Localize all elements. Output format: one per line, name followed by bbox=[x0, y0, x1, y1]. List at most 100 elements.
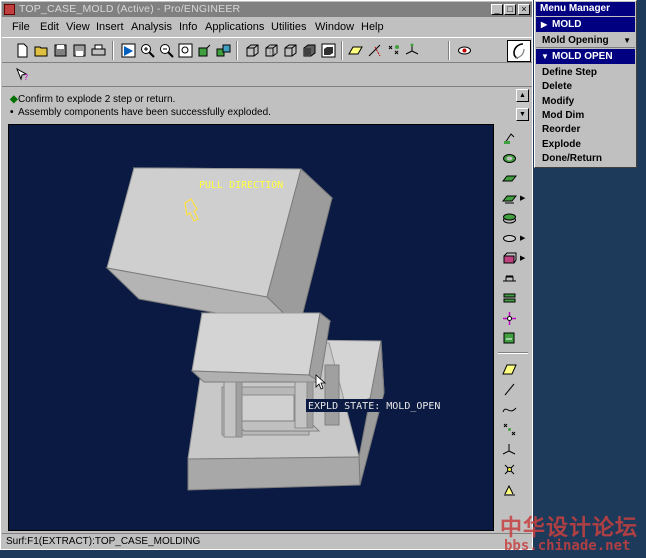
menu-manager-title: Menu Manager bbox=[536, 2, 635, 16]
menu-applications[interactable]: Applications bbox=[205, 21, 264, 33]
menu-view[interactable]: View bbox=[66, 21, 90, 33]
shading-icon[interactable] bbox=[301, 42, 318, 59]
menu-insert[interactable]: Insert bbox=[96, 21, 124, 33]
status-bar: Surf:F1(EXTRACT):TOP_CASE_MOLDING bbox=[2, 533, 532, 549]
app-icon bbox=[4, 4, 15, 15]
wireframe-icon[interactable] bbox=[244, 42, 261, 59]
site-watermark: 中华设计论坛 bbs.chinade.net bbox=[500, 508, 646, 558]
shrinkage-icon[interactable] bbox=[499, 269, 519, 287]
sketch-tool-icon[interactable] bbox=[499, 229, 519, 247]
secondary-toolbar: ? bbox=[2, 63, 532, 87]
hidden-line-icon[interactable] bbox=[263, 42, 280, 59]
status-text: Surf:F1(EXTRACT):TOP_CASE_MOLDING bbox=[6, 536, 201, 547]
proe-logo-icon bbox=[507, 40, 531, 62]
datum-curve-tool-icon[interactable] bbox=[499, 400, 519, 418]
mold-opening-dropdown[interactable]: Mold Opening ▼ bbox=[536, 33, 635, 48]
extrude-tool-icon[interactable] bbox=[499, 249, 519, 267]
close-button[interactable]: × bbox=[518, 4, 530, 15]
spin-center-icon[interactable] bbox=[456, 42, 473, 59]
pull-direction-tool-icon[interactable] bbox=[499, 129, 519, 147]
open-folder-icon[interactable] bbox=[33, 42, 50, 59]
message-text-1: Confirm to explode 2 step or return. bbox=[18, 94, 176, 105]
split-tool-icon[interactable] bbox=[499, 189, 519, 207]
parting-surface-icon[interactable] bbox=[499, 169, 519, 187]
mold-model-drawing: PULL DIRECTION EXPLD STATE: MOLD_OPEN bbox=[105, 167, 450, 491]
csys-tool-icon[interactable] bbox=[499, 440, 519, 458]
svg-text:?: ? bbox=[24, 73, 28, 82]
menu-item-modify[interactable]: Modify bbox=[542, 96, 574, 107]
message-line-2: • Assembly components have been successfu… bbox=[10, 107, 271, 118]
analysis-feature-icon[interactable] bbox=[499, 460, 519, 478]
expand-arrow-icon: ▶ bbox=[541, 20, 548, 29]
menu-file[interactable]: File bbox=[12, 21, 30, 33]
menu-item-explode[interactable]: Explode bbox=[542, 139, 581, 150]
whats-this-icon[interactable]: ? bbox=[14, 66, 31, 83]
right-feature-toolbar: ▶ ▶ ▶ bbox=[496, 124, 532, 531]
prompt-icon: ◆ bbox=[10, 94, 18, 105]
maximize-button[interactable]: □ bbox=[504, 4, 516, 15]
mold-volume-icon[interactable] bbox=[499, 149, 519, 167]
refit-icon[interactable] bbox=[177, 42, 194, 59]
datum-plane-tool-icon[interactable] bbox=[499, 360, 519, 378]
mold-analysis-icon[interactable] bbox=[499, 329, 519, 347]
menu-item-reorder[interactable]: Reorder bbox=[542, 124, 580, 135]
menu-utilities[interactable]: Utilities bbox=[271, 21, 306, 33]
graph-feature-icon[interactable] bbox=[499, 480, 519, 498]
collapse-arrow-icon: ▼ bbox=[541, 52, 549, 61]
menu-item-delete[interactable]: Delete bbox=[542, 81, 572, 92]
message-area: ◆Confirm to explode 2 step or return. • A… bbox=[4, 89, 529, 121]
zoom-out-icon[interactable] bbox=[158, 42, 175, 59]
minimize-button[interactable]: _ bbox=[491, 4, 503, 15]
molding-top bbox=[191, 312, 321, 376]
title-bar[interactable]: TOP_CASE_MOLD (Active) - Pro/ENGINEER _ … bbox=[2, 2, 532, 17]
redraw-icon[interactable] bbox=[120, 42, 137, 59]
window-title: TOP_CASE_MOLD (Active) - Pro/ENGINEER bbox=[19, 3, 241, 15]
csys-icon[interactable] bbox=[404, 42, 421, 59]
orient-icon[interactable] bbox=[196, 42, 213, 59]
watermark-url: bbs.chinade.net bbox=[504, 538, 631, 554]
support-post-left bbox=[223, 381, 237, 438]
print-icon[interactable] bbox=[90, 42, 107, 59]
explode-state-label: EXPLD STATE: MOLD_OPEN bbox=[308, 401, 440, 412]
scroll-down-icon[interactable]: ▼ bbox=[516, 108, 529, 121]
support-post-right bbox=[294, 381, 308, 429]
new-file-icon[interactable] bbox=[14, 42, 31, 59]
datum-axes-icon[interactable] bbox=[366, 42, 383, 59]
message-text-2: Assembly components have been successful… bbox=[18, 107, 271, 118]
menu-item-mod-dim[interactable]: Mod Dim bbox=[542, 110, 584, 121]
menu-help[interactable]: Help bbox=[361, 21, 384, 33]
core-plate-front bbox=[187, 456, 361, 491]
menu-header-mold[interactable]: ▶ MOLD bbox=[536, 17, 635, 32]
dropdown-arrow-icon: ▼ bbox=[623, 36, 631, 45]
message-scrollbar[interactable]: ▲ ▼ bbox=[516, 89, 529, 121]
save-copy-icon[interactable] bbox=[71, 42, 88, 59]
message-line-1: ◆Confirm to explode 2 step or return. bbox=[10, 94, 175, 105]
shaded-active-icon[interactable] bbox=[320, 42, 337, 59]
datum-axis-tool-icon[interactable] bbox=[499, 380, 519, 398]
proe-window: TOP_CASE_MOLD (Active) - Pro/ENGINEER _ … bbox=[0, 0, 533, 550]
graphics-viewport[interactable]: PULL DIRECTION EXPLD STATE: MOLD_OPEN bbox=[8, 124, 494, 531]
scroll-up-icon[interactable]: ▲ bbox=[516, 89, 529, 102]
save-icon[interactable] bbox=[52, 42, 69, 59]
menu-header-mold-open[interactable]: ▼ MOLD OPEN bbox=[536, 49, 635, 64]
menu-item-define-step[interactable]: Define Step bbox=[542, 67, 597, 78]
pull-direction-label: PULL DIRECTION bbox=[199, 180, 283, 191]
menu-edit[interactable]: Edit bbox=[40, 21, 59, 33]
menu-manager: Menu Manager ▶ MOLD Mold Opening ▼ ▼ MOL… bbox=[534, 0, 637, 168]
menu-window[interactable]: Window bbox=[315, 21, 354, 33]
bullet-icon: • bbox=[10, 107, 14, 118]
no-hidden-icon[interactable] bbox=[282, 42, 299, 59]
stack-tool-icon[interactable] bbox=[499, 289, 519, 307]
mold-component-icon[interactable] bbox=[499, 209, 519, 227]
menu-analysis[interactable]: Analysis bbox=[131, 21, 172, 33]
main-toolbar bbox=[2, 37, 532, 63]
menu-bar: File Edit View Insert Analysis Info Appl… bbox=[2, 18, 532, 36]
datum-planes-icon[interactable] bbox=[347, 42, 364, 59]
zoom-in-icon[interactable] bbox=[139, 42, 156, 59]
menu-info[interactable]: Info bbox=[179, 21, 197, 33]
menu-item-done-return[interactable]: Done/Return bbox=[542, 153, 602, 164]
datum-points-icon[interactable] bbox=[385, 42, 402, 59]
mold-layout-icon[interactable] bbox=[499, 309, 519, 327]
datum-point-tool-icon[interactable] bbox=[499, 420, 519, 438]
saved-views-icon[interactable] bbox=[215, 42, 232, 59]
